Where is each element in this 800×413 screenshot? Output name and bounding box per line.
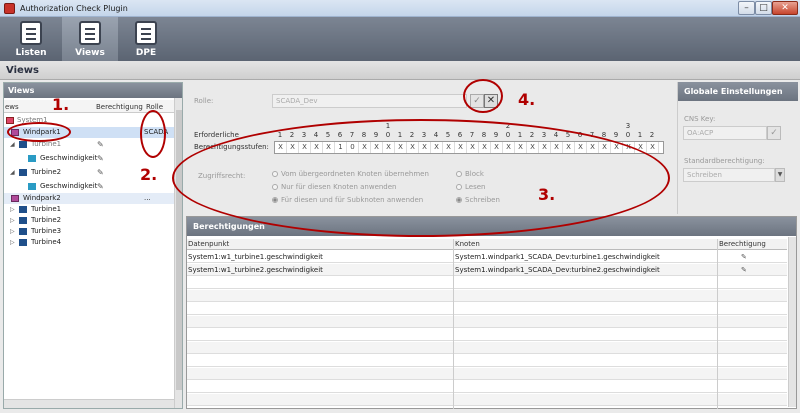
annotation-ellipse-4 [463,79,503,113]
role-input[interactable]: SCADA_Dev [272,94,467,108]
title-bar: Authorization Check Plugin – □ ✕ [0,0,800,17]
turbine-icon [19,169,27,176]
bit-index: 9 [613,131,619,139]
close-button[interactable]: ✕ [772,1,798,15]
pencil-icon[interactable]: ✎ [97,153,104,164]
table-row-empty [187,342,787,354]
chevron-right-icon[interactable]: ▷ [10,204,15,215]
annotation-label-1: 1. [52,95,70,114]
pencil-icon[interactable]: ✎ [97,181,104,192]
pencil-icon[interactable]: ✎ [97,139,104,150]
document-icon [20,21,42,45]
window-title: Authorization Check Plugin [20,4,128,13]
table-row-empty [187,290,787,302]
tree-item-windpark2[interactable]: Windpark2 ... [4,193,176,204]
turbine-icon [19,228,27,235]
tab-dpe[interactable]: DPE [118,17,174,61]
chevron-right-icon[interactable]: ▷ [10,237,15,248]
bit-index: 1 [637,131,643,139]
col-views[interactable]: ews [5,103,19,111]
table-row-empty [187,368,787,380]
tree-scrollbar[interactable] [174,98,182,408]
bit-index: 2 [649,131,655,139]
pencil-icon[interactable]: ✎ [741,264,747,276]
annotation-ellipse-1 [7,122,71,142]
table-row-empty [187,355,787,367]
column-divider [717,239,718,409]
permission-bit[interactable]: X [647,142,659,153]
system-icon [6,117,14,124]
datapoint-icon [28,183,36,190]
permissions-table-panel: Berechtigungen Datenpunkt Knoten Berecht… [186,216,797,409]
maximize-button[interactable]: □ [755,1,772,15]
global-settings-title: Globale Einstellungen [678,82,798,101]
table-row[interactable]: System1:w1_turbine1.geschwindigkeit Syst… [187,251,787,263]
col-berechtigung[interactable]: Berechtigung [96,103,143,111]
table-row-empty [187,303,787,315]
tab-listen-label: Listen [15,48,47,58]
document-icon [135,21,157,45]
annotation-ellipse-2 [140,110,166,158]
table-row-empty [187,277,787,289]
document-icon [79,21,101,45]
global-settings-panel: Globale Einstellungen CNS Key: OA:ACP ✓ … [677,82,798,214]
toolbar: Listen Views DPE [0,17,800,61]
chevron-down-icon[interactable]: ◢ [10,167,15,178]
turbine-icon [19,206,27,213]
bit-tens: 3 [625,122,631,130]
tab-views[interactable]: Views [62,17,118,61]
table-header: Datenpunkt Knoten Berechtigung [187,239,787,250]
table-scrollbar[interactable] [788,237,796,407]
views-panel-title: Views [4,83,182,98]
turbine-icon [19,217,27,224]
tree-item-turbine3-wp2[interactable]: ▷ Turbine3 [4,226,176,237]
tree-item-turbine2-wp2[interactable]: ▷ Turbine2 [4,215,176,226]
page-header: Views [0,61,800,80]
app-icon [4,3,15,14]
tree-horizontal-scrollbar[interactable] [4,399,174,408]
table-row-empty [187,329,787,341]
annotation-label-3: 3. [538,185,556,204]
tree-item-turbine4-wp2[interactable]: ▷ Turbine4 [4,237,176,248]
chevron-right-icon[interactable]: ▷ [10,226,15,237]
col-knoten[interactable]: Knoten [455,240,480,248]
chevron-right-icon[interactable]: ▷ [10,215,15,226]
col-berechtigung[interactable]: Berechtigung [719,240,766,248]
cns-key-label: CNS Key: [684,115,716,123]
pencil-icon[interactable]: ✎ [741,251,747,263]
page-title: Views [6,65,39,76]
annotation-label-4: 4. [518,90,536,109]
table-row[interactable]: System1:w1_turbine2.geschwindigkeit Syst… [187,264,787,276]
cns-confirm-button[interactable]: ✓ [767,126,781,140]
table-row-empty [187,381,787,393]
std-permission-select[interactable]: Schreiben [683,168,775,182]
minimize-button[interactable]: – [738,1,755,15]
column-divider [453,239,454,409]
tab-views-label: Views [75,48,105,58]
pencil-icon[interactable]: ✎ [97,167,104,178]
chevron-down-icon[interactable]: ▼ [775,168,785,182]
chevron-down-icon[interactable]: ◢ [10,139,15,150]
tree-item-turbine1-wp2[interactable]: ▷ Turbine1 [4,204,176,215]
table-row-empty [187,394,787,406]
role-label: Rolle: [194,97,214,105]
turbine-icon [19,239,27,246]
windpark-icon [11,195,19,202]
cns-key-input[interactable]: OA:ACP [683,126,767,140]
table-row-empty [187,316,787,328]
tab-listen[interactable]: Listen [3,17,59,61]
bit-index: 0 [625,131,631,139]
annotation-label-2: 2. [140,165,158,184]
std-permission-label: Standardberechtigung: [684,157,765,165]
col-datenpunkt[interactable]: Datenpunkt [188,240,229,248]
datapoint-icon [28,155,36,162]
tab-dpe-label: DPE [135,48,157,58]
required-label: Erforderliche [194,131,239,139]
annotation-ellipse-3 [172,119,670,237]
turbine-icon [19,141,27,148]
scroll-thumb[interactable] [176,110,182,390]
